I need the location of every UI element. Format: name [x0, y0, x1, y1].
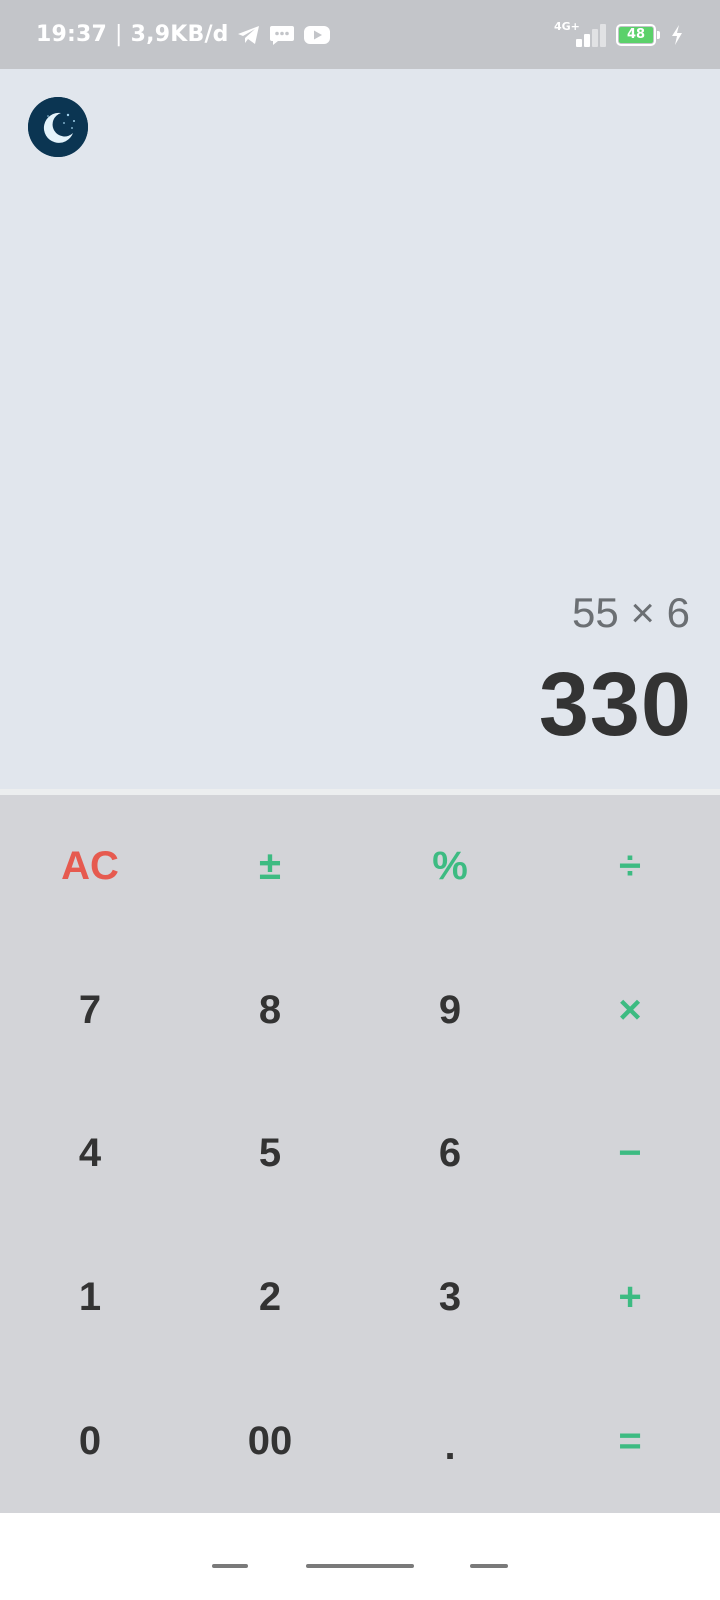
battery-icon: 48 — [616, 23, 660, 46]
charging-icon — [670, 24, 684, 46]
divide-button[interactable]: ÷ — [540, 795, 720, 939]
navigation-bar — [0, 1513, 720, 1600]
key-00[interactable]: 00 — [180, 1369, 360, 1513]
key-3[interactable]: 3 — [360, 1226, 540, 1370]
battery-level: 48 — [619, 26, 653, 43]
key-7[interactable]: 7 — [0, 939, 180, 1083]
equals-button[interactable]: = — [540, 1369, 720, 1513]
keypad: AC ±% ÷ 7 8 9 × 4 5 6− 1 2 3 +0 00. = — [0, 795, 720, 1513]
status-separator: | — [115, 22, 123, 47]
decimal-button[interactable]: . — [360, 1369, 540, 1513]
clear-button[interactable]: AC — [0, 795, 180, 939]
key-9[interactable]: 9 — [360, 939, 540, 1083]
plus-button[interactable]: + — [540, 1226, 720, 1370]
signal-bars — [576, 23, 606, 47]
plus-minus-button[interactable]: ± — [180, 795, 360, 939]
expression-display: 55 × 6 — [572, 589, 690, 636]
key-1[interactable]: 1 — [0, 1226, 180, 1370]
message-icon — [269, 24, 295, 46]
status-left: 19:37 | 3,9KB/d — [36, 22, 331, 47]
nav-back-button[interactable] — [470, 1564, 508, 1568]
key-2[interactable]: 2 — [180, 1226, 360, 1370]
moon-icon — [28, 97, 88, 157]
nav-home-button[interactable] — [306, 1564, 414, 1568]
key-0[interactable]: 0 — [0, 1369, 180, 1513]
status-time: 19:37 — [36, 22, 108, 47]
youtube-icon — [303, 25, 331, 45]
theme-toggle-button[interactable] — [28, 97, 88, 157]
result-display: 330 — [538, 655, 692, 755]
key-6[interactable]: 6 — [360, 1082, 540, 1226]
status-data-rate: 3,9KB/d — [130, 22, 229, 47]
nav-recents-button[interactable] — [212, 1564, 248, 1568]
percent-button[interactable]: % — [360, 795, 540, 939]
signal-icon: 4G+ — [554, 20, 606, 50]
status-right: 4G+ 48 — [554, 20, 684, 50]
calculator-display: 55 × 6 330 — [0, 69, 720, 789]
minus-button[interactable]: − — [540, 1082, 720, 1226]
key-4[interactable]: 4 — [0, 1082, 180, 1226]
telegram-icon — [237, 24, 261, 46]
key-5[interactable]: 5 — [180, 1082, 360, 1226]
key-8[interactable]: 8 — [180, 939, 360, 1083]
multiply-button[interactable]: × — [540, 939, 720, 1083]
status-bar: 19:37 | 3,9KB/d 4G+ 48 — [0, 0, 720, 69]
